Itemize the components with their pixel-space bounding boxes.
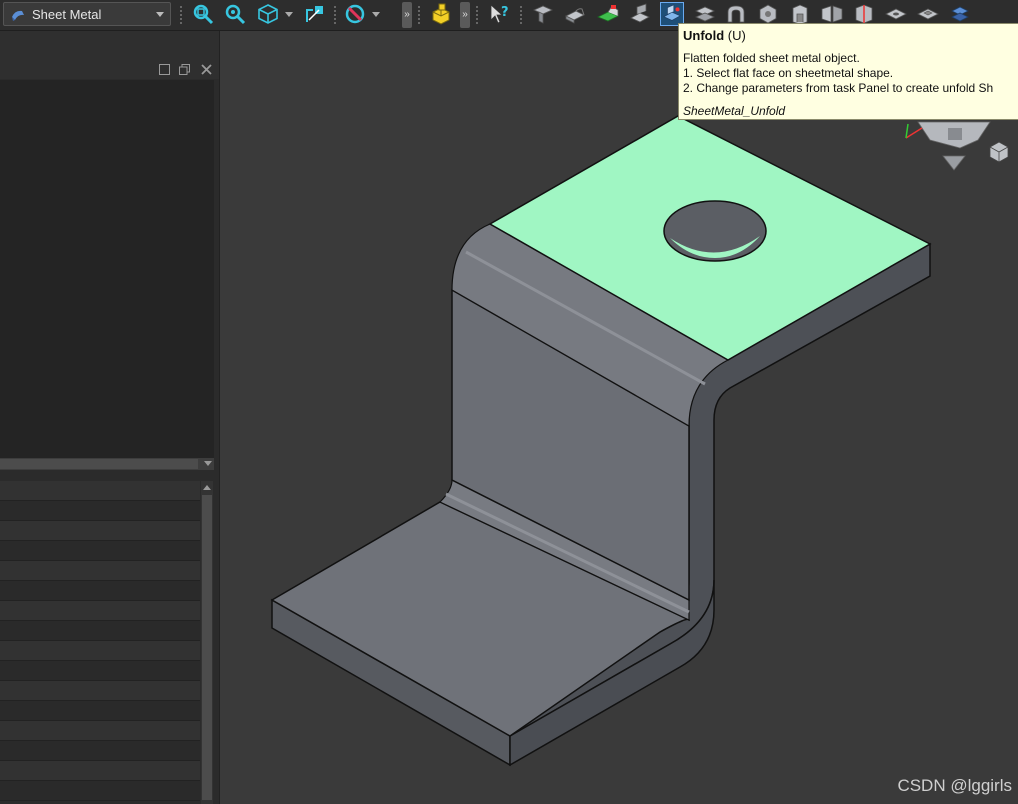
property-row[interactable]	[0, 741, 200, 761]
model-tree[interactable]	[0, 80, 214, 458]
navigation-cube[interactable]	[905, 121, 1009, 171]
chevron-down-icon[interactable]	[204, 461, 212, 466]
svg-text:?: ?	[501, 5, 509, 20]
tooltip-description: Flatten folded sheet metal object.	[683, 51, 860, 65]
property-row[interactable]	[0, 661, 200, 681]
workbench-selector[interactable]: Sheet Metal	[3, 2, 171, 26]
fold-icon[interactable]	[596, 2, 620, 26]
panel-header	[0, 31, 219, 79]
window-icon[interactable]	[159, 64, 170, 75]
property-row[interactable]	[0, 521, 200, 541]
property-row[interactable]	[0, 501, 200, 521]
scrollbar-thumb[interactable]	[202, 495, 212, 800]
toolbar-grip[interactable]	[334, 6, 340, 24]
property-row[interactable]	[0, 581, 200, 601]
unfold-tooltip: Unfold (U) Flatten folded sheet metal ob…	[678, 23, 1018, 120]
extrude-icon[interactable]	[563, 2, 587, 26]
make-wall-icon[interactable]	[531, 2, 555, 26]
toolbar-overflow-button[interactable]: »	[402, 2, 412, 28]
sheet-metal-part[interactable]	[220, 31, 1018, 804]
part-design-icon[interactable]	[429, 2, 453, 26]
toolbar-overflow-button[interactable]: »	[460, 2, 470, 28]
property-view[interactable]	[0, 481, 200, 804]
tooltip-step-1: 1. Select flat face on sheetmetal shape.	[683, 66, 894, 80]
toolbar-grip[interactable]	[180, 6, 186, 24]
tooltip-title: Unfold (U)	[683, 28, 746, 43]
fit-selection-icon[interactable]	[223, 2, 247, 26]
property-row[interactable]	[0, 701, 200, 721]
vertical-scrollbar[interactable]	[201, 481, 213, 804]
property-row[interactable]	[0, 561, 200, 581]
float-panel-icon[interactable]	[179, 64, 190, 75]
property-row[interactable]	[0, 601, 200, 621]
toolbar-grip[interactable]	[476, 6, 482, 24]
standard-views-icon[interactable]	[256, 2, 280, 26]
watermark: CSDN @lggirls	[897, 776, 1012, 795]
close-icon[interactable]	[201, 64, 212, 75]
relief-icon[interactable]	[628, 2, 652, 26]
property-row[interactable]	[0, 481, 200, 501]
tooltip-command-name: SheetMetal_Unfold	[683, 104, 786, 118]
tooltip-step-2: 2. Change parameters from task Panel to …	[683, 81, 994, 95]
property-row[interactable]	[0, 781, 200, 801]
3d-viewport[interactable]	[220, 31, 1018, 804]
draw-style-dropdown-icon[interactable]	[372, 12, 380, 17]
chevron-up-icon[interactable]	[203, 485, 211, 490]
property-row[interactable]	[0, 641, 200, 661]
chevron-down-icon	[156, 12, 164, 17]
fit-all-icon[interactable]	[191, 2, 215, 26]
whats-this-icon[interactable]: ?	[487, 2, 511, 26]
combo-view-panel	[0, 31, 220, 804]
measure-icon[interactable]	[303, 2, 327, 26]
property-row[interactable]	[0, 541, 200, 561]
toolbar-grip[interactable]	[418, 6, 424, 24]
scrollbar-thumb[interactable]	[0, 459, 198, 469]
property-row[interactable]	[0, 681, 200, 701]
horizontal-scrollbar[interactable]	[0, 458, 214, 470]
property-row[interactable]	[0, 621, 200, 641]
standard-views-dropdown-icon[interactable]	[285, 12, 293, 17]
hole	[663, 200, 767, 262]
draw-style-icon[interactable]	[343, 2, 367, 26]
toolbar-grip[interactable]	[520, 6, 526, 24]
workbench-label: Sheet Metal	[32, 7, 102, 22]
property-row[interactable]	[0, 761, 200, 781]
sheet-metal-workbench-icon	[12, 10, 24, 21]
property-row[interactable]	[0, 721, 200, 741]
